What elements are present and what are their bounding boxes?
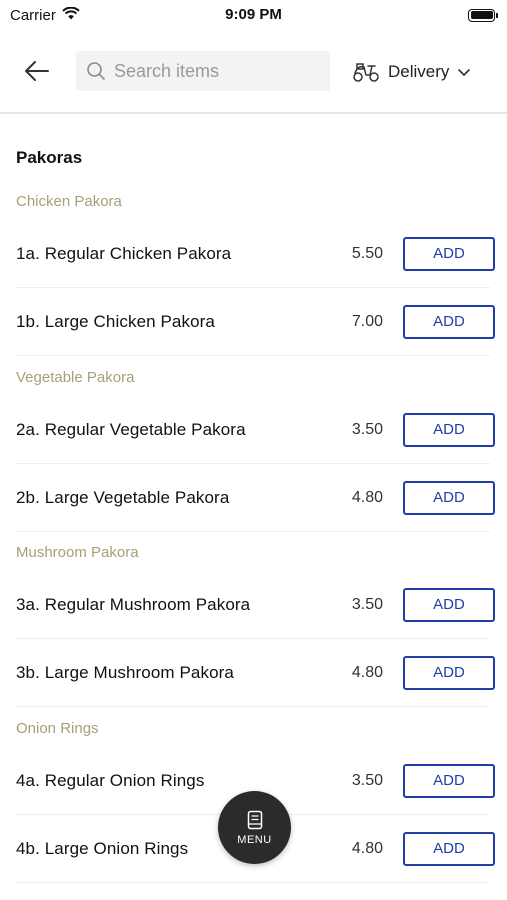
- item-name: 2b. Large Vegetable Pakora: [16, 487, 230, 507]
- item-name: 3b. Large Mushroom Pakora: [16, 662, 234, 682]
- add-button[interactable]: ADD: [403, 304, 495, 339]
- item-price: 5.50: [351, 244, 383, 262]
- menu-book-icon: [247, 810, 262, 829]
- item-price: 4.80: [351, 488, 383, 506]
- item-price: 3.50: [351, 771, 383, 789]
- delivery-selector[interactable]: Delivery: [352, 56, 471, 88]
- menu-item: 3a. Regular Mushroom Pakora 3.50 ADD: [16, 571, 495, 639]
- item-name: 2a. Regular Vegetable Pakora: [16, 419, 246, 439]
- add-button[interactable]: ADD: [403, 831, 495, 866]
- item-price: 4.80: [351, 663, 383, 681]
- menu-item: 2a. Regular Vegetable Pakora 3.50 ADD: [16, 396, 495, 464]
- delivery-label: Delivery: [388, 62, 450, 81]
- category-header: Chicken Pakora: [16, 193, 122, 210]
- battery-icon: [468, 8, 498, 22]
- item-price: 4.80: [351, 839, 383, 857]
- add-button[interactable]: ADD: [403, 655, 495, 690]
- add-button[interactable]: ADD: [403, 480, 495, 515]
- scooter-icon: [353, 63, 379, 82]
- back-button[interactable]: [14, 48, 60, 94]
- item-name: 3a. Regular Mushroom Pakora: [16, 594, 251, 614]
- menu-item: 3b. Large Mushroom Pakora 4.80 ADD: [16, 639, 495, 707]
- wifi-icon: [62, 6, 80, 24]
- section-title: Pakoras: [16, 148, 83, 167]
- status-bar: Carrier 9:09 PM: [0, 0, 507, 30]
- category-header: Onion Rings: [16, 720, 99, 737]
- add-button[interactable]: ADD: [403, 763, 495, 798]
- menu-item: 2b. Large Vegetable Pakora 4.80 ADD: [16, 464, 495, 532]
- category-header: Vegetable Pakora: [16, 369, 135, 386]
- item-name: 4a. Regular Onion Rings: [16, 770, 205, 790]
- status-left: Carrier: [10, 6, 80, 24]
- search-input[interactable]: [114, 60, 314, 82]
- header-bar: Delivery: [0, 30, 507, 114]
- item-price: 3.50: [351, 595, 383, 613]
- chevron-down-icon: [458, 69, 471, 76]
- back-arrow-icon: [25, 61, 49, 81]
- menu-fab-label: MENU: [237, 833, 272, 846]
- app-screen: Carrier 9:09 PM Search items Delivery Pa…: [0, 0, 507, 900]
- item-name: 1a. Regular Chicken Pakora: [16, 243, 232, 263]
- add-button[interactable]: ADD: [403, 236, 495, 271]
- item-price: 3.50: [351, 420, 383, 438]
- item-name: 1b. Large Chicken Pakora: [16, 311, 215, 331]
- item-price: 7.00: [351, 312, 383, 330]
- carrier-label: Carrier: [10, 6, 56, 24]
- menu-item: 1a. Regular Chicken Pakora 5.50 ADD: [16, 220, 495, 288]
- search-icon: [87, 62, 105, 80]
- menu-item: 1b. Large Chicken Pakora 7.00 ADD: [16, 288, 495, 356]
- category-header: Mushroom Pakora: [16, 544, 139, 561]
- search-bar[interactable]: [76, 51, 330, 91]
- add-button[interactable]: ADD: [403, 587, 495, 622]
- add-button[interactable]: ADD: [403, 412, 495, 447]
- menu-fab-button[interactable]: MENU: [218, 791, 291, 864]
